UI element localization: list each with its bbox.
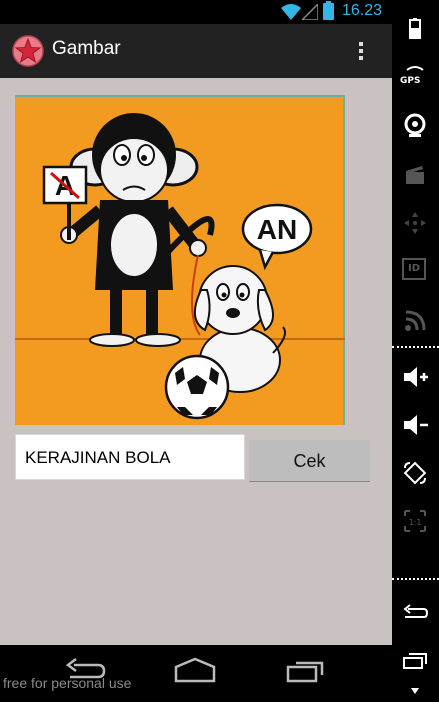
rss-icon[interactable] (402, 308, 428, 334)
gps-icon[interactable] (402, 64, 428, 90)
battery-status-icon[interactable] (402, 16, 428, 42)
side-divider (392, 346, 439, 348)
media-clapper-icon[interactable] (402, 162, 428, 188)
signal-icon (302, 4, 318, 20)
volume-up-icon[interactable] (402, 364, 428, 390)
bubble-text: AN (257, 214, 297, 245)
scale-label: 1:1 (409, 518, 422, 527)
battery-icon (323, 1, 334, 20)
side-recents-icon[interactable] (402, 648, 428, 674)
recents-icon[interactable] (286, 657, 326, 685)
soccer-ball (164, 354, 230, 420)
star-app-icon[interactable] (12, 35, 44, 67)
webcam-icon[interactable] (402, 112, 428, 138)
check-button[interactable]: Cek (249, 440, 370, 482)
action-bar: Gambar (0, 24, 392, 78)
watermark-text: free for personal use (3, 675, 132, 691)
side-divider (392, 578, 439, 580)
app-title: Gambar (52, 38, 121, 59)
puzzle-picture: A AN (15, 95, 345, 425)
rotate-icon[interactable] (402, 460, 428, 486)
home-icon[interactable] (173, 657, 217, 685)
side-back-icon[interactable] (402, 600, 428, 626)
overflow-menu-icon[interactable] (352, 40, 370, 64)
scale-icon[interactable]: 1:1 (402, 508, 428, 534)
navigation-bar: free for personal use (0, 645, 392, 702)
status-bar: 16.23 (0, 0, 392, 24)
main-content: A AN (0, 78, 392, 645)
dpad-icon[interactable] (402, 210, 428, 236)
device-id-button[interactable]: ID (402, 258, 426, 280)
emulator-side-panel: GPS ID 1:1 (392, 0, 439, 702)
volume-down-icon[interactable] (402, 412, 428, 438)
status-clock: 16.23 (342, 2, 383, 19)
side-scroll-down-icon[interactable] (402, 682, 428, 702)
wifi-icon (281, 4, 301, 20)
answer-input[interactable]: KERAJINAN BOLA (15, 434, 245, 480)
